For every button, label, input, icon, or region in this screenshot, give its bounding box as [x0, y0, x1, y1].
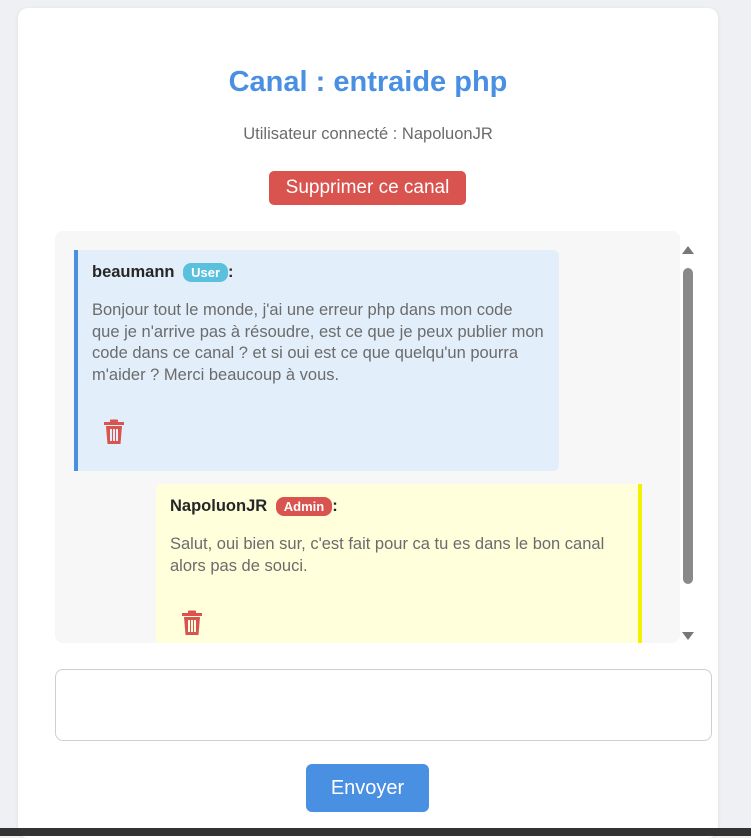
- author-separator: :: [228, 263, 234, 281]
- scroll-up-arrow-icon[interactable]: [681, 244, 695, 256]
- message-author: beaumann: [92, 263, 175, 281]
- message-list[interactable]: beaumann User: Bonjour tout le monde, j'…: [55, 231, 680, 643]
- window-bottom-edge: [0, 828, 751, 836]
- message-header: beaumann User:: [92, 263, 234, 283]
- delete-channel-button[interactable]: Supprimer ce canal: [269, 171, 466, 205]
- connected-user-label: Utilisateur connecté : NapoluonJR: [243, 125, 493, 143]
- channel-title: Canal : entraide php: [228, 66, 508, 98]
- message-item: beaumann User: Bonjour tout le monde, j'…: [74, 250, 559, 471]
- role-badge: User: [183, 263, 229, 283]
- message-text: Bonjour tout le monde, j'ai une erreur p…: [92, 301, 544, 384]
- send-button[interactable]: Envoyer: [306, 764, 429, 812]
- role-badge: Admin: [275, 497, 333, 517]
- message-list-scrollbar[interactable]: [680, 244, 696, 644]
- message-author: NapoluonJR: [170, 497, 268, 515]
- message-item: NapoluonJR Admin: Salut, oui bien sur, c…: [156, 484, 642, 643]
- message-input[interactable]: [55, 669, 712, 741]
- trash-icon[interactable]: [180, 610, 204, 636]
- scrollbar-thumb[interactable]: [683, 268, 693, 584]
- author-separator: :: [332, 497, 338, 515]
- trash-icon[interactable]: [102, 419, 126, 445]
- message-text: Salut, oui bien sur, c'est fait pour ca …: [170, 535, 605, 575]
- message-header: NapoluonJR Admin:: [170, 497, 338, 517]
- scroll-down-arrow-icon[interactable]: [681, 630, 695, 642]
- channel-card: Canal : entraide php Utilisateur connect…: [18, 8, 718, 838]
